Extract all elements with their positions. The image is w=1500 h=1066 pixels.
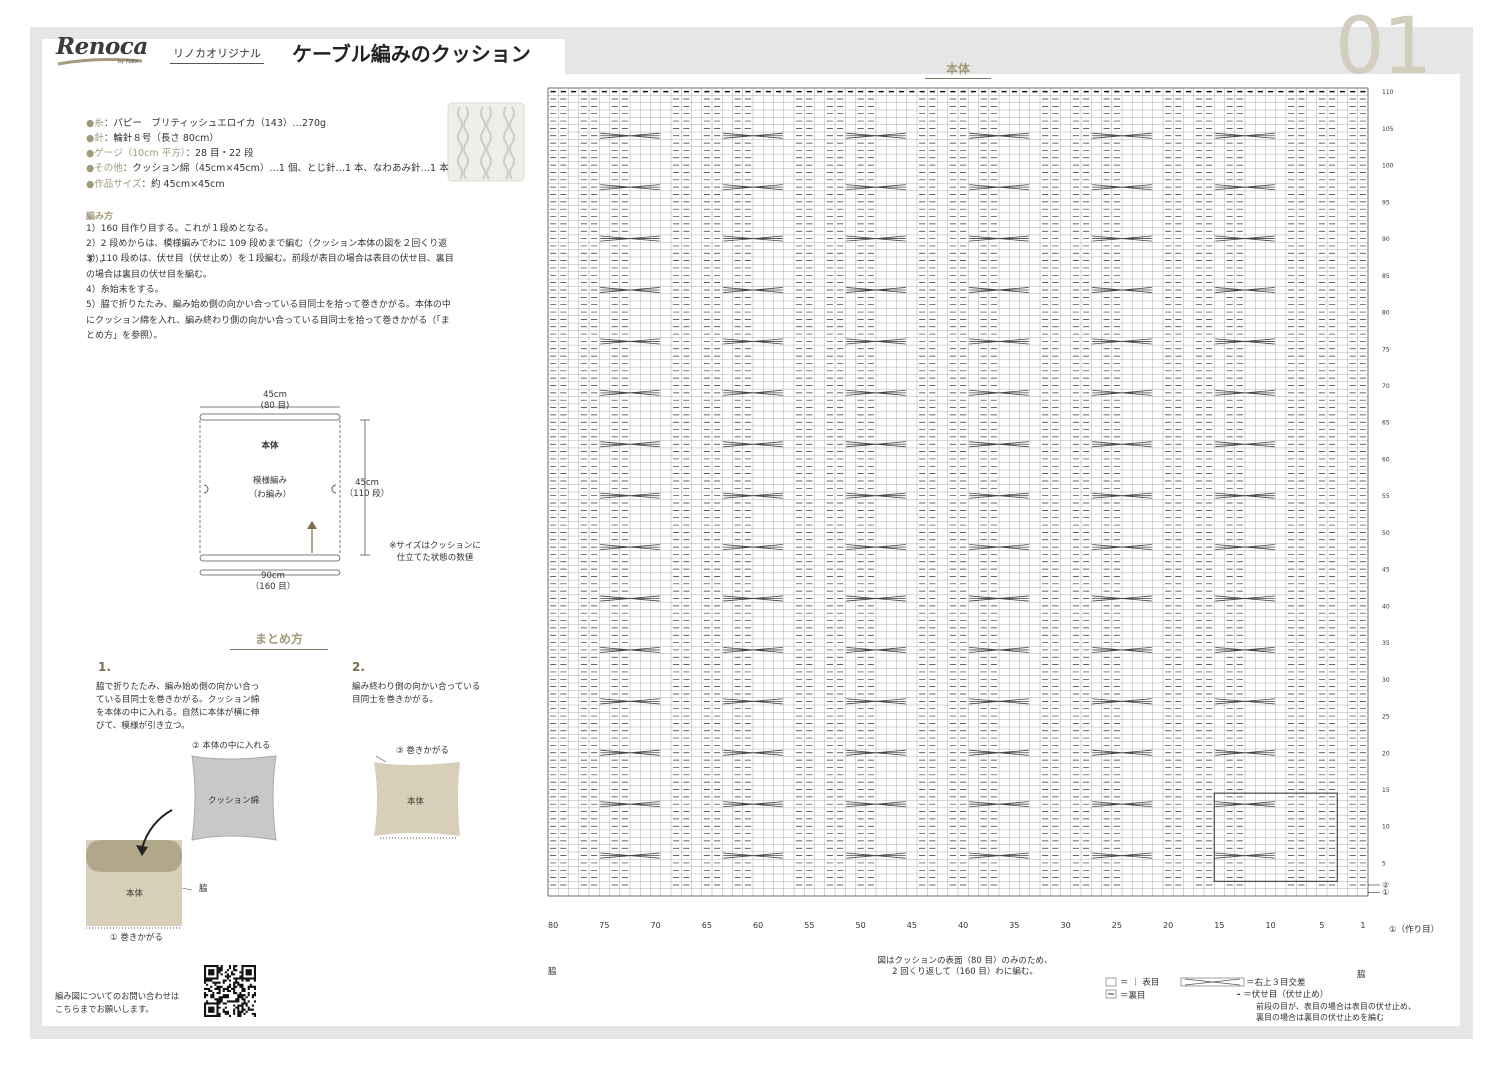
chart-side-left: 脇 xyxy=(548,967,557,977)
renoca-logo: Renoca xyxy=(56,33,148,60)
chart-row-label: 55 xyxy=(1382,493,1390,500)
page-number: 01 xyxy=(1335,2,1432,92)
knitting-chart: 80 75 70 65 60 55 50 45 40 35 30 25 20 15 10 5 111010510… xyxy=(547,87,1394,930)
finishing-step2-text: 編み終わり側の向かい合っている 目同士を巻きかがる。 xyxy=(352,682,481,705)
chart-row-label: 35 xyxy=(1382,640,1390,647)
chart-row-label: 30 xyxy=(1382,677,1390,684)
chart-row-label: 85 xyxy=(1382,273,1390,280)
legend-bindoff: - ＝伏せ目（伏せ止め） xyxy=(1237,990,1329,1000)
chart-column-label: 20 xyxy=(1163,921,1173,930)
step2-body-label: 本体 xyxy=(407,797,425,807)
chart-column-label: 5 xyxy=(1319,921,1324,930)
chart-column-label: 75 xyxy=(599,921,609,930)
cast-on-label: ①（作り目） xyxy=(1389,925,1440,935)
step2-whip-label: ③ 巻きかがる xyxy=(396,746,449,756)
page-title: ケーブル編みのクッション xyxy=(292,42,531,66)
finishing-title: まとめ方 xyxy=(230,630,328,650)
chart-row-label: 50 xyxy=(1382,530,1390,537)
chart-row-label: 10 xyxy=(1382,824,1390,831)
finishing-step1-number: 1. xyxy=(98,660,111,674)
chart-row-label: 90 xyxy=(1382,236,1390,243)
chart-row-label: ① xyxy=(1382,888,1389,897)
chart-row-label: 70 xyxy=(1382,383,1390,390)
chart-row-label: 100 xyxy=(1382,163,1394,170)
chart-column-label: 70 xyxy=(651,921,661,930)
chart-column-label: 15 xyxy=(1214,921,1224,930)
schematic-note: ※サイズはクッションに 仕立てた状態の数値 xyxy=(389,541,481,563)
legend-knit: ＝ ｜ 表目 xyxy=(1120,978,1160,988)
chart-row-label: 40 xyxy=(1382,603,1390,610)
step1-cushion-label: クッション綿 xyxy=(208,796,260,806)
material-gauge: ●ゲージ（10cm 平方）：28 目・22 段 xyxy=(86,148,254,159)
finishing-step1-diagram xyxy=(86,755,277,929)
chart-column-label: 65 xyxy=(702,921,712,930)
subtitle: リノカオリジナル xyxy=(170,45,264,64)
material-needle: ●針：輪針８号（長さ 80cm） xyxy=(86,133,219,144)
chart-row-label: 110 xyxy=(1382,89,1394,96)
chart-row-label: 5 xyxy=(1382,860,1386,867)
chart-row-label: 105 xyxy=(1382,126,1394,133)
chart-column-lines xyxy=(547,88,1369,896)
chart-row-label: 80 xyxy=(1382,310,1390,317)
instructions-heading: 編み方 xyxy=(86,212,114,222)
chart-row-label: 65 xyxy=(1382,420,1390,427)
chart-row-label: 20 xyxy=(1382,750,1390,757)
chart-row-label: 60 xyxy=(1382,456,1390,463)
schematic-pattern-label: 模様編み （わ編み） xyxy=(248,476,292,500)
logo-sub: by FLEX xyxy=(118,59,138,65)
instruction-step: 1）160 目作り目する。これが１段めとなる。 xyxy=(86,224,274,234)
legend-bindoff-note: 前段の目が、表目の場合は表目の伏せ止め、 裏目の場合は裏目の伏せ止めを編む xyxy=(1256,1002,1416,1022)
chart-row-label: 25 xyxy=(1382,714,1390,721)
instruction-step: 3）110 段めは、伏せ目（伏せ止め）を１段編む。前段が表目の場合は表目の伏せ目… xyxy=(86,254,454,280)
chart-column-label: 45 xyxy=(907,921,917,930)
chart-row-label: 15 xyxy=(1382,787,1390,794)
material-yarn: ●糸：パピー ブリティッシュエロイカ（143）…270g xyxy=(86,118,327,129)
finishing-step1-text: 脇で折りたたみ、編み始め側の向かい合っ ている目同士を巻きかがる。クッション綿 を本… xyxy=(96,682,260,731)
material-other: ●その他：クッション綿（45cm×45cm）…1 個、とじ針…1 本、なわあみ針… xyxy=(86,163,449,174)
chart-column-label: 50 xyxy=(856,921,866,930)
cushion-photo xyxy=(447,102,525,182)
chart-column-label: 55 xyxy=(804,921,814,930)
chart-row-label: 45 xyxy=(1382,567,1390,574)
schematic-body-label: 本体 xyxy=(261,441,279,451)
finishing-step2-number: 2. xyxy=(352,660,365,674)
schematic-height: 45cm （110 段） xyxy=(344,478,390,499)
step1-whip-label: ① 巻きかがる xyxy=(110,933,163,943)
chart-column-label: 10 xyxy=(1266,921,1276,930)
chart-column-label: 25 xyxy=(1112,921,1122,930)
chart-column-label: 35 xyxy=(1009,921,1019,930)
legend-cable: ＝右上３目交差 xyxy=(1246,978,1306,988)
schematic-width-bottom: 90cm （160 目） xyxy=(250,571,296,592)
step1-body-label: 本体 xyxy=(126,889,144,899)
chart-column-label: 80 xyxy=(548,921,558,930)
schematic-width-top: 45cm (80 目) xyxy=(260,390,290,411)
chart-repeat-note: 図はクッションの表面（80 目）のみのため、 2 回くり返して（160 目）わに編… xyxy=(877,956,1053,977)
chart-column-label: 1 xyxy=(1360,921,1365,930)
instruction-step: 5）脇で折りたたみ、編み始め側の向かい合っている目同士を拾って巻きかがる。本体の… xyxy=(86,300,451,341)
chart-row-label: 95 xyxy=(1382,199,1390,206)
chart-column-label: 60 xyxy=(753,921,763,930)
chart-title: 本体 xyxy=(925,60,991,79)
qr-code-icon[interactable] xyxy=(204,965,256,1017)
chart-column-label: 40 xyxy=(958,921,968,930)
chart-column-label: 30 xyxy=(1061,921,1071,930)
chart-row-label: 75 xyxy=(1382,346,1390,353)
material-size: ●作品サイズ：約 45cm×45cm xyxy=(86,179,225,190)
step1-fill-label: ② 本体の中に入れる xyxy=(192,741,271,751)
legend-purl: ＝裏目 xyxy=(1120,991,1146,1001)
contact-text: 編み図についてのお問い合わせは こちらまでお願いします。 xyxy=(55,991,180,1014)
step1-side-label: 脇 xyxy=(199,884,208,894)
chart-side-right: 脇 xyxy=(1357,970,1366,980)
instruction-step: 4）糸始末をする。 xyxy=(86,285,164,295)
